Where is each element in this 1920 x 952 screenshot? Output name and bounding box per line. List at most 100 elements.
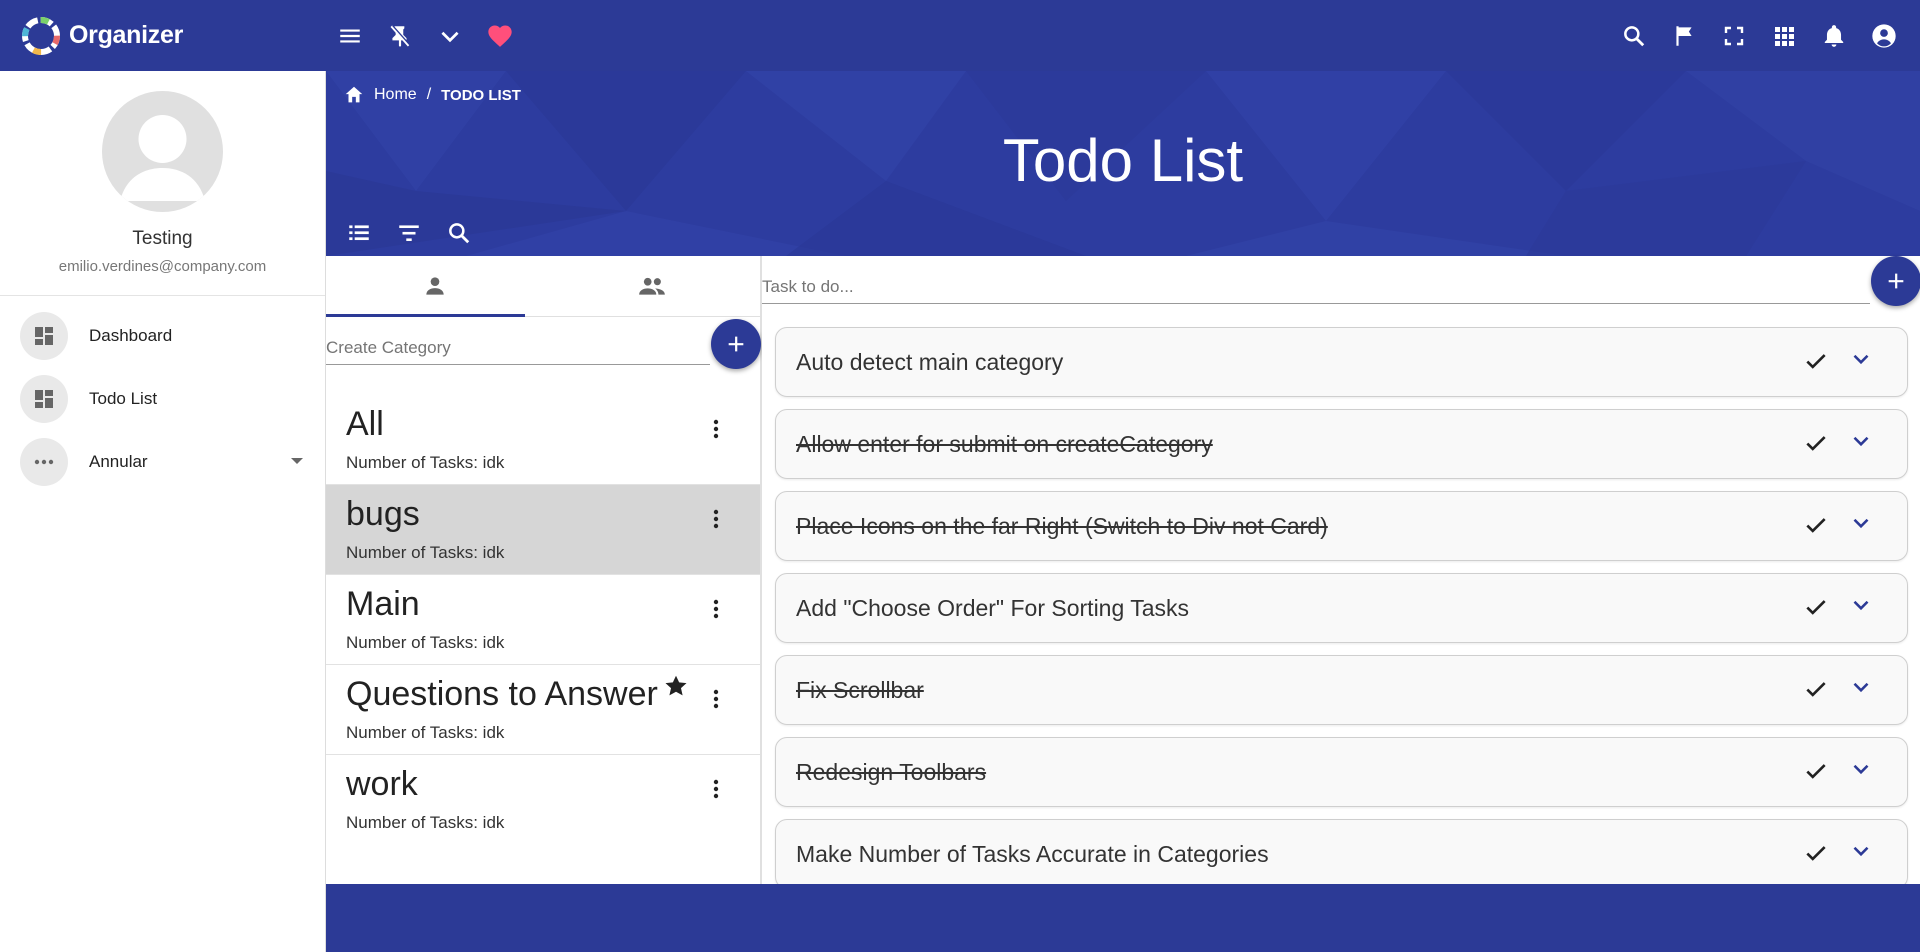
pin-off-icon[interactable] [386, 22, 414, 50]
flag-icon[interactable] [1670, 22, 1698, 50]
category-panel: All Number of Tasks: idk bugs Number of … [326, 256, 762, 884]
plus-icon [728, 336, 744, 352]
category-count: Number of Tasks: idk [346, 813, 505, 832]
more-vert-icon[interactable] [704, 777, 728, 801]
check-icon[interactable] [1803, 676, 1829, 702]
dashboard-icon [20, 311, 68, 360]
check-icon[interactable] [1803, 430, 1829, 456]
task-text: Make Number of Tasks Accurate in Categor… [796, 841, 1269, 867]
sidebar-nav: Dashboard Todo List Annular [0, 296, 325, 493]
brand[interactable]: Organizer [0, 14, 326, 58]
new-task-input[interactable] [762, 270, 1870, 304]
category-name: bugs [346, 495, 420, 533]
category-count: Number of Tasks: idk [346, 723, 505, 742]
task-item[interactable]: Auto detect main category [775, 327, 1908, 397]
people-icon [638, 277, 665, 295]
category-tabs [326, 256, 760, 317]
expand-icon[interactable] [1848, 428, 1874, 454]
task-item[interactable]: Place Icons on the far Right (Switch to … [775, 491, 1908, 561]
breadcrumb: Home / TODO LIST [343, 84, 521, 106]
category-item-bugs[interactable]: bugs Number of Tasks: idk [326, 485, 760, 575]
check-icon[interactable] [1803, 348, 1829, 374]
check-icon[interactable] [1803, 512, 1829, 538]
filter-icon[interactable] [395, 219, 423, 247]
sidebar-item-annular[interactable]: Annular [0, 430, 325, 493]
add-category-button[interactable] [711, 319, 761, 369]
user-profile: Testing emilio.verdines@company.com [0, 71, 325, 296]
category-item-work[interactable]: work Number of Tasks: idk [326, 755, 760, 845]
create-category-row [326, 317, 761, 383]
task-item[interactable]: Make Number of Tasks Accurate in Categor… [775, 819, 1908, 889]
breadcrumb-home-link[interactable]: Home [374, 86, 417, 104]
expand-icon[interactable] [1848, 756, 1874, 782]
category-list: All Number of Tasks: idk bugs Number of … [326, 395, 760, 845]
sidebar-item-label: Dashboard [89, 325, 173, 345]
task-list: Auto detect main category Allow enter fo… [775, 327, 1908, 901]
expand-icon[interactable] [1848, 674, 1874, 700]
category-item-questions[interactable]: Questions to Answer Number of Tasks: idk [326, 665, 760, 755]
task-text: Add "Choose Order" For Sorting Tasks [796, 595, 1190, 621]
more-vert-icon[interactable] [704, 417, 728, 441]
task-item[interactable]: Allow enter for submit on createCategory [775, 409, 1908, 479]
task-text: Place Icons on the far Right (Switch to … [796, 513, 1328, 539]
create-category-input[interactable] [326, 331, 710, 365]
dashboard-icon [20, 374, 68, 423]
new-task-row [762, 256, 1920, 322]
heart-icon[interactable] [486, 22, 514, 50]
footer-bar [326, 884, 1920, 952]
expand-icon[interactable] [1848, 510, 1874, 536]
search-icon[interactable] [1620, 22, 1648, 50]
category-name: Questions to Answer [346, 675, 658, 713]
category-item-main[interactable]: Main Number of Tasks: idk [326, 575, 760, 665]
app-name: Organizer [69, 21, 183, 49]
organizer-logo-icon [22, 16, 60, 55]
apps-icon[interactable] [1770, 22, 1798, 50]
star-icon[interactable] [663, 673, 689, 699]
category-name: work [346, 765, 418, 803]
more-vert-icon[interactable] [704, 597, 728, 621]
home-icon[interactable] [343, 84, 365, 106]
avatar[interactable] [102, 91, 223, 212]
tab-personal[interactable] [326, 256, 543, 316]
menu-icon[interactable] [336, 22, 364, 50]
sidebar-item-label: Annular [89, 451, 148, 471]
add-task-button[interactable] [1871, 256, 1920, 306]
check-icon[interactable] [1803, 840, 1829, 866]
top-app-bar: Organizer [0, 0, 1920, 71]
category-count: Number of Tasks: idk [346, 543, 505, 562]
user-name: Testing [132, 228, 193, 249]
chevron-down-icon[interactable] [436, 22, 464, 50]
category-name: Main [346, 585, 420, 623]
page-title: Todo List [1002, 127, 1244, 194]
category-name: All [346, 405, 384, 443]
person-icon [425, 277, 444, 295]
hero-toolbar [345, 219, 473, 247]
check-icon[interactable] [1803, 594, 1829, 620]
more-vert-icon[interactable] [704, 687, 728, 711]
page-header: Home / TODO LIST Todo List [326, 71, 1920, 256]
task-item[interactable]: Fix Scrollbar [775, 655, 1908, 725]
sidebar-item-dashboard[interactable]: Dashboard [0, 304, 325, 367]
sidebar-item-label: Todo List [89, 388, 158, 408]
search-icon[interactable] [445, 219, 473, 247]
more-vert-icon[interactable] [704, 507, 728, 531]
bell-icon[interactable] [1820, 22, 1848, 50]
caret-down-icon[interactable] [291, 458, 303, 464]
sidebar: Testing emilio.verdines@company.com Dash… [0, 71, 326, 952]
task-item[interactable]: Add "Choose Order" For Sorting Tasks [775, 573, 1908, 643]
expand-icon[interactable] [1848, 346, 1874, 372]
expand-icon[interactable] [1848, 592, 1874, 618]
sidebar-item-todo-list[interactable]: Todo List [0, 367, 325, 430]
more-horiz-icon [20, 437, 68, 486]
task-text: Redesign Toolbars [796, 759, 987, 785]
task-text: Fix Scrollbar [796, 677, 924, 703]
tab-shared[interactable] [543, 256, 760, 316]
task-item[interactable]: Redesign Toolbars [775, 737, 1908, 807]
account-icon[interactable] [1870, 22, 1898, 50]
category-count: Number of Tasks: idk [346, 453, 505, 472]
category-item-all[interactable]: All Number of Tasks: idk [326, 395, 760, 485]
fullscreen-icon[interactable] [1720, 22, 1748, 50]
check-icon[interactable] [1803, 758, 1829, 784]
expand-icon[interactable] [1848, 838, 1874, 864]
list-icon[interactable] [345, 219, 373, 247]
